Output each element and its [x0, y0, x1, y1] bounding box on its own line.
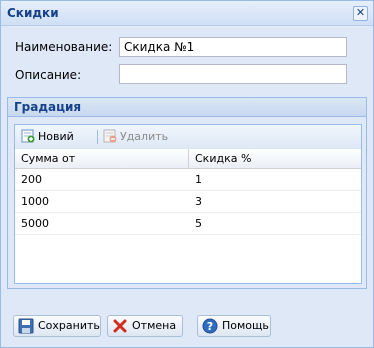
floppy-disk-icon [18, 318, 34, 334]
cell-discount: 3 [195, 195, 202, 208]
help-button[interactable]: ? Помощь [197, 315, 271, 337]
cancel-button[interactable]: Отмена [107, 315, 183, 337]
cancel-x-icon [113, 319, 127, 333]
cell-amount: 1000 [21, 195, 49, 208]
window-titlebar[interactable]: Скидки ✕ [1, 1, 373, 26]
help-button-label: Помощь [222, 319, 269, 332]
add-row-icon [21, 129, 35, 143]
cancel-button-label: Отмена [132, 319, 177, 332]
help-icon: ? [202, 318, 218, 334]
cell-amount: 200 [21, 173, 42, 186]
table-row[interactable]: 1000 3 [15, 191, 361, 213]
discounts-window: Скидки ✕ Наименование: Описание: Градаци… [0, 0, 374, 348]
name-label: Наименование: [15, 40, 113, 54]
svg-text:?: ? [207, 320, 213, 333]
cell-discount: 5 [195, 217, 202, 230]
new-button[interactable]: Новий [21, 129, 81, 145]
gradation-title: Градация [14, 100, 82, 114]
delete-button[interactable]: Удалить [103, 129, 173, 145]
table-row[interactable]: 200 1 [15, 169, 361, 191]
cell-amount: 5000 [21, 217, 49, 230]
grid-toolbar: Новий Удалить [15, 125, 361, 150]
column-header-discount-label: Скидка % [195, 152, 252, 165]
save-button-label: Сохранить [38, 319, 100, 332]
description-field[interactable] [119, 64, 347, 84]
gradation-fieldset: Градация Новий Удалить Сумма от Скидка %… [7, 97, 367, 289]
name-field[interactable] [119, 37, 347, 57]
description-label: Описание: [15, 68, 82, 82]
column-header-amount[interactable]: Сумма от [15, 149, 189, 169]
close-icon[interactable]: ✕ [353, 6, 368, 21]
table-row[interactable]: 5000 5 [15, 213, 361, 235]
delete-button-label: Удалить [120, 130, 169, 143]
gradation-header: Градация [8, 98, 366, 117]
save-button[interactable]: Сохранить [13, 315, 101, 337]
window-title: Скидки [7, 6, 59, 20]
toolbar-separator [97, 130, 98, 144]
discount-form: Наименование: Описание: [7, 33, 365, 89]
column-header-amount-label: Сумма от [21, 152, 76, 165]
cell-discount: 1 [195, 173, 202, 186]
gradation-grid: Новий Удалить Сумма от Скидка % 200 1 10… [14, 124, 362, 284]
delete-row-icon [103, 129, 117, 143]
column-header-discount[interactable]: Скидка % [189, 149, 361, 169]
new-button-label: Новий [38, 130, 74, 143]
